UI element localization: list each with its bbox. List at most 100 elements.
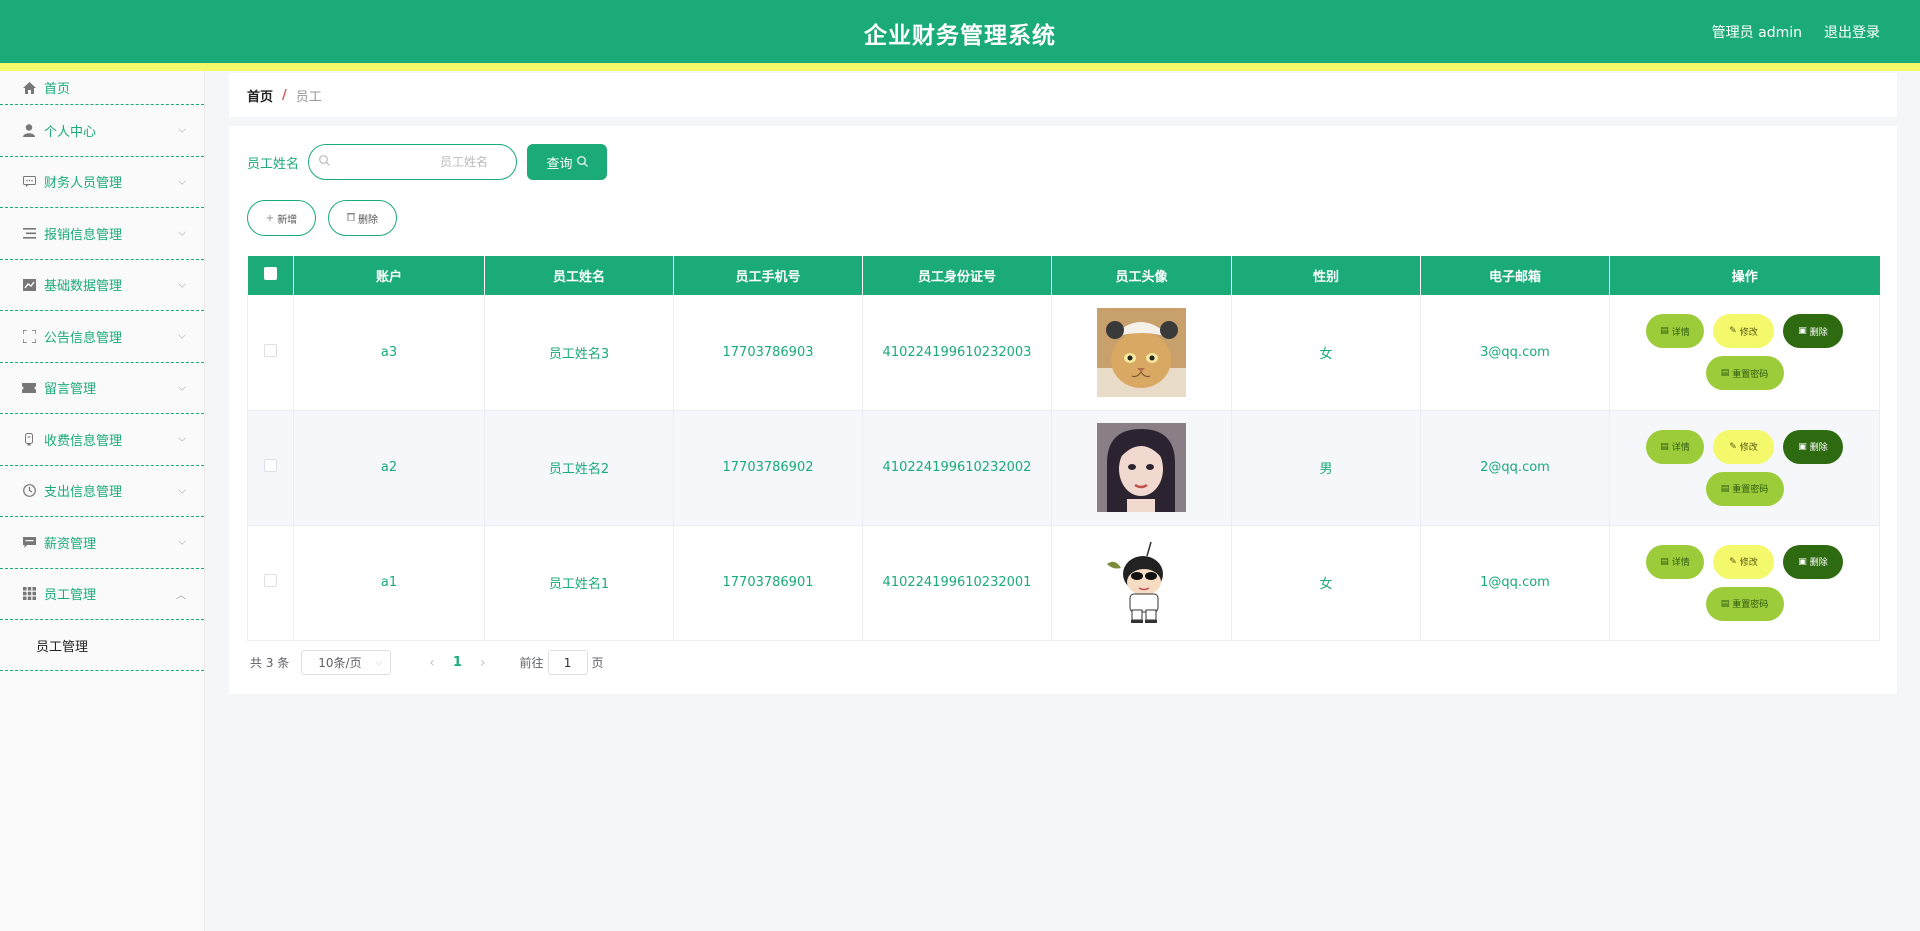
edit-icon: ✎ [1729,556,1737,567]
reset-password-button-label: 重置密码 [1732,600,1769,610]
detail-button[interactable]: ▤ 详情 [1646,429,1704,464]
employee-name-search-input[interactable] [309,145,517,179]
search-label: 员工姓名 [247,156,300,172]
row-checkbox[interactable] [264,343,277,357]
detail-button[interactable]: ▤ 详情 [1646,544,1704,579]
document-icon: ▤ [1660,326,1669,337]
row-checkbox[interactable] [264,459,277,472]
delete-button[interactable]: ▣ 删除 [1783,429,1843,464]
column-header: 电子邮箱 [1420,256,1610,295]
sidebar-item-messages[interactable]: 留言管理 ⌵ [0,363,204,414]
sidebar-item-label: 财务人员管理 [44,176,123,192]
avatar-cell [1051,410,1232,526]
chevron-up-icon: ︿ [176,590,186,602]
gender-cell: 女 [1231,295,1421,411]
row-actions: ▤ 详情 ✎ 修改 ▣ 删除 ▤ 重置密码 [1645,544,1845,621]
bulk-delete-button[interactable]: 删除 [328,200,397,236]
avatar-cell [1051,525,1232,641]
sidebar-item-salary[interactable]: 薪资管理 ⌵ [0,517,204,569]
delete-button-label: 删除 [1809,327,1828,338]
row-checkbox[interactable] [264,574,277,587]
ticket-icon [22,381,36,395]
account-cell: a2 [293,410,485,526]
detail-button-label: 详情 [1671,558,1690,568]
sidebar-item-reimbursement[interactable]: 报销信息管理 ⌵ [0,208,204,260]
sidebar-item-base-data[interactable]: 基础数据管理 ⌵ [0,260,204,311]
sidebar-item-personal-center[interactable]: 个人中心 ⌵ [0,105,204,157]
reset-password-button[interactable]: ▤ 重置密码 [1705,356,1784,391]
delete-button[interactable]: ▣ 删除 [1783,314,1843,349]
trash-icon: ▣ [1798,441,1807,452]
breadcrumb-home[interactable]: 首页 [247,86,273,105]
phone-cell: 17703786902 [673,410,863,526]
sidebar-item-finance-staff[interactable]: 财务人员管理 ⌵ [0,157,204,208]
trash-icon: ▣ [1798,326,1807,337]
submenu-item-employee-management[interactable]: 员工管理 [0,620,204,671]
cat-avatar[interactable] [1097,307,1186,397]
select-all-checkbox[interactable] [263,267,277,280]
page-number-current[interactable]: 1 [453,655,462,670]
row-select-cell [247,410,294,526]
email-cell: 2@qq.com [1420,410,1610,526]
operations-cell: ▤ 详情 ✎ 修改 ▣ 删除 ▤ 重置密码 [1609,525,1880,641]
pagination-total: 共 3 条 [250,656,290,670]
fullscreen-icon [22,329,36,343]
id-number-cell: 410224199610232002 [862,410,1052,526]
email-cell: 1@qq.com [1420,525,1610,641]
edit-button[interactable]: ✎ 修改 [1713,544,1774,579]
sidebar-item-label: 留言管理 [44,382,97,398]
sidebar-item-home[interactable]: 首页 [0,71,204,105]
cartoon-avatar[interactable] [1097,538,1186,627]
employee-table: 账户 员工姓名 员工手机号 员工身份证号 员工头像 性别 电子邮箱 操作 a3 … [247,256,1880,641]
page-size-select[interactable]: 10条/页 ⌵ [301,650,392,675]
pagination: 共 3 条 10条/页 ⌵ ‹ 1 › 前往 页 [250,650,604,675]
reset-password-button[interactable]: ▤ 重置密码 [1705,471,1784,506]
edit-button-label: 修改 [1739,558,1758,568]
document-icon: ▤ [1660,556,1669,567]
sidebar-item-employee[interactable]: 员工管理 ︿ [0,569,204,620]
goto-suffix: 页 [591,656,604,670]
logout-link[interactable]: 退出登录 [1824,22,1880,42]
row-actions: ▤ 详情 ✎ 修改 ▣ 删除 ▤ 重置密码 [1645,314,1845,391]
table-row: a2 员工姓名2 17703786902 410224199610232002 [247,410,1880,526]
row-select-cell [247,525,294,641]
detail-button[interactable]: ▤ 详情 [1646,314,1704,349]
gender-cell: 男 [1231,410,1421,526]
table-row: a3 员工姓名3 17703786903 410224199610232003 [247,295,1880,411]
chevron-down-icon: ⌵ [178,382,186,394]
sidebar-item-label: 个人中心 [44,124,97,140]
select-all-header [247,256,294,295]
sidebar-item-label: 基础数据管理 [44,279,123,295]
sidebar-item-income[interactable]: 收费信息管理 ⌵ [0,414,204,466]
sidebar-item-expense[interactable]: 支出信息管理 ⌵ [0,466,204,517]
goto-page-input[interactable] [547,650,588,675]
email-cell: 3@qq.com [1420,295,1610,411]
row-actions: ▤ 详情 ✎ 修改 ▣ 删除 ▤ 重置密码 [1645,429,1845,506]
chevron-down-icon: ⌵ [178,176,186,188]
reset-password-button[interactable]: ▤ 重置密码 [1705,586,1784,621]
query-button[interactable]: 查询 [527,144,608,180]
add-button[interactable]: + 新增 [247,200,316,236]
next-page-button[interactable]: › [480,655,486,671]
delete-button[interactable]: ▣ 删除 [1783,544,1843,579]
chevron-down-icon: ⌵ [178,433,186,445]
document-icon: ▤ [1660,441,1669,452]
prev-page-button[interactable]: ‹ [429,655,435,671]
girl-avatar[interactable] [1097,423,1186,512]
operations-cell: ▤ 详情 ✎ 修改 ▣ 删除 ▤ 重置密码 [1609,410,1880,526]
sidebar-item-announcement[interactable]: 公告信息管理 ⌵ [0,311,204,363]
edit-button-label: 修改 [1739,443,1758,453]
breadcrumb-separator: / [282,87,287,103]
home-icon [22,81,36,95]
edit-button[interactable]: ✎ 修改 [1713,429,1774,464]
account-cell: a3 [293,295,485,411]
phone-cell: 17703786903 [673,295,863,411]
detail-button-label: 详情 [1671,327,1690,338]
search-field-wrapper [308,144,518,180]
admin-user-label[interactable]: 管理员 admin [1712,22,1802,42]
sidebar-item-label: 公告信息管理 [44,330,123,346]
edit-icon: ✎ [1729,441,1737,452]
edit-button[interactable]: ✎ 修改 [1713,314,1774,349]
add-button-label: 新增 [277,214,298,226]
delete-button-label: 删除 [1809,558,1828,568]
